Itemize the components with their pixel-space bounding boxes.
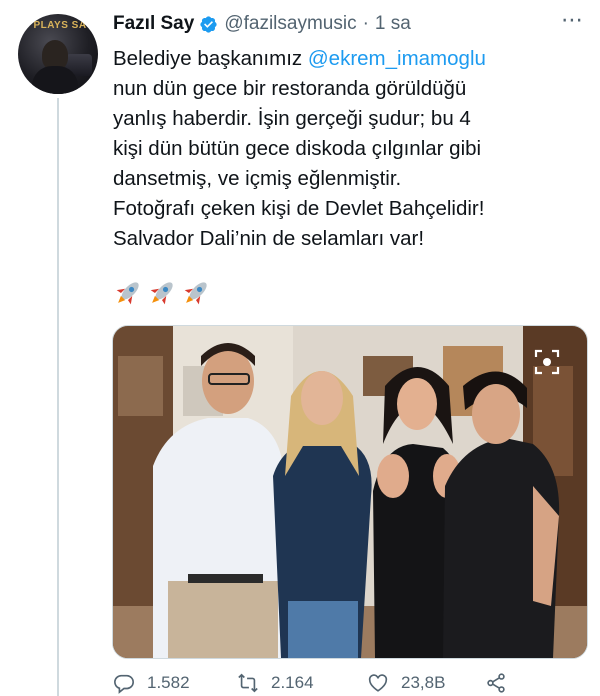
header-separator: ·	[362, 13, 369, 34]
avatar-text: Y PLAYS SAY	[23, 20, 93, 31]
share-button[interactable]	[485, 672, 519, 694]
reply-button[interactable]: 1.582	[113, 672, 237, 694]
rocket-emoji	[181, 278, 211, 308]
tweet-text-part: Belediye başkanımız	[113, 47, 308, 70]
tweet-line-5: dansetmiş, ve içmiş eğlenmiştir.	[113, 167, 402, 190]
author-name[interactable]: Fazıl Say	[113, 13, 194, 35]
mention-link[interactable]: @ekrem_imamoglu	[308, 47, 486, 70]
author-handle[interactable]: @fazilsaymusic	[224, 13, 356, 35]
photo-illustration	[113, 326, 587, 658]
verified-badge-icon	[200, 15, 217, 33]
zoom-icon[interactable]	[533, 348, 561, 376]
tweet-line-4: kişi dün bütün gece diskoda çılgınlar gi…	[113, 137, 482, 160]
share-icon	[487, 673, 505, 693]
tweet-header: Fazıl Say @fazilsaymusic · 1 sa ⋯	[113, 9, 586, 38]
reply-icon	[114, 674, 134, 694]
retweet-button[interactable]: 2.164	[237, 672, 367, 694]
tweet-time[interactable]: 1 sa	[375, 13, 411, 35]
tweet-line-2: nun dün gece bir restoranda görüldüğü	[113, 77, 467, 100]
rocket-emoji	[147, 278, 177, 308]
like-button[interactable]: 23,8B	[367, 672, 485, 694]
thread-line	[57, 98, 59, 696]
tweet-actions: 1.582 2.164 23,8B	[113, 670, 573, 696]
tweet-line-1: Belediye başkanımız @ekrem_imamoglu	[113, 44, 593, 74]
retweet-icon	[238, 673, 258, 693]
tweet-line-7: Salvador Dali’nin de selamları var!	[113, 227, 425, 250]
author-avatar[interactable]: Y PLAYS SAY	[18, 14, 98, 94]
tweet-photo[interactable]	[112, 325, 588, 659]
more-icon[interactable]: ⋯	[558, 9, 586, 38]
avatar-body	[32, 66, 78, 94]
tweet-text: Belediye başkanımız @ekrem_imamoglu nun …	[113, 44, 593, 254]
rocket-emoji	[113, 278, 143, 308]
emoji-row	[113, 278, 211, 308]
reply-count: 1.582	[147, 673, 190, 692]
like-count: 23,8B	[401, 673, 446, 692]
retweet-count: 2.164	[271, 673, 314, 692]
tweet-line-6: Fotoğrafı çeken kişi de Devlet Bahçelidi…	[113, 197, 485, 220]
tweet-line-3: yanlış haberdir. İşin gerçeği şudur; bu …	[113, 107, 471, 130]
like-icon	[368, 674, 388, 692]
